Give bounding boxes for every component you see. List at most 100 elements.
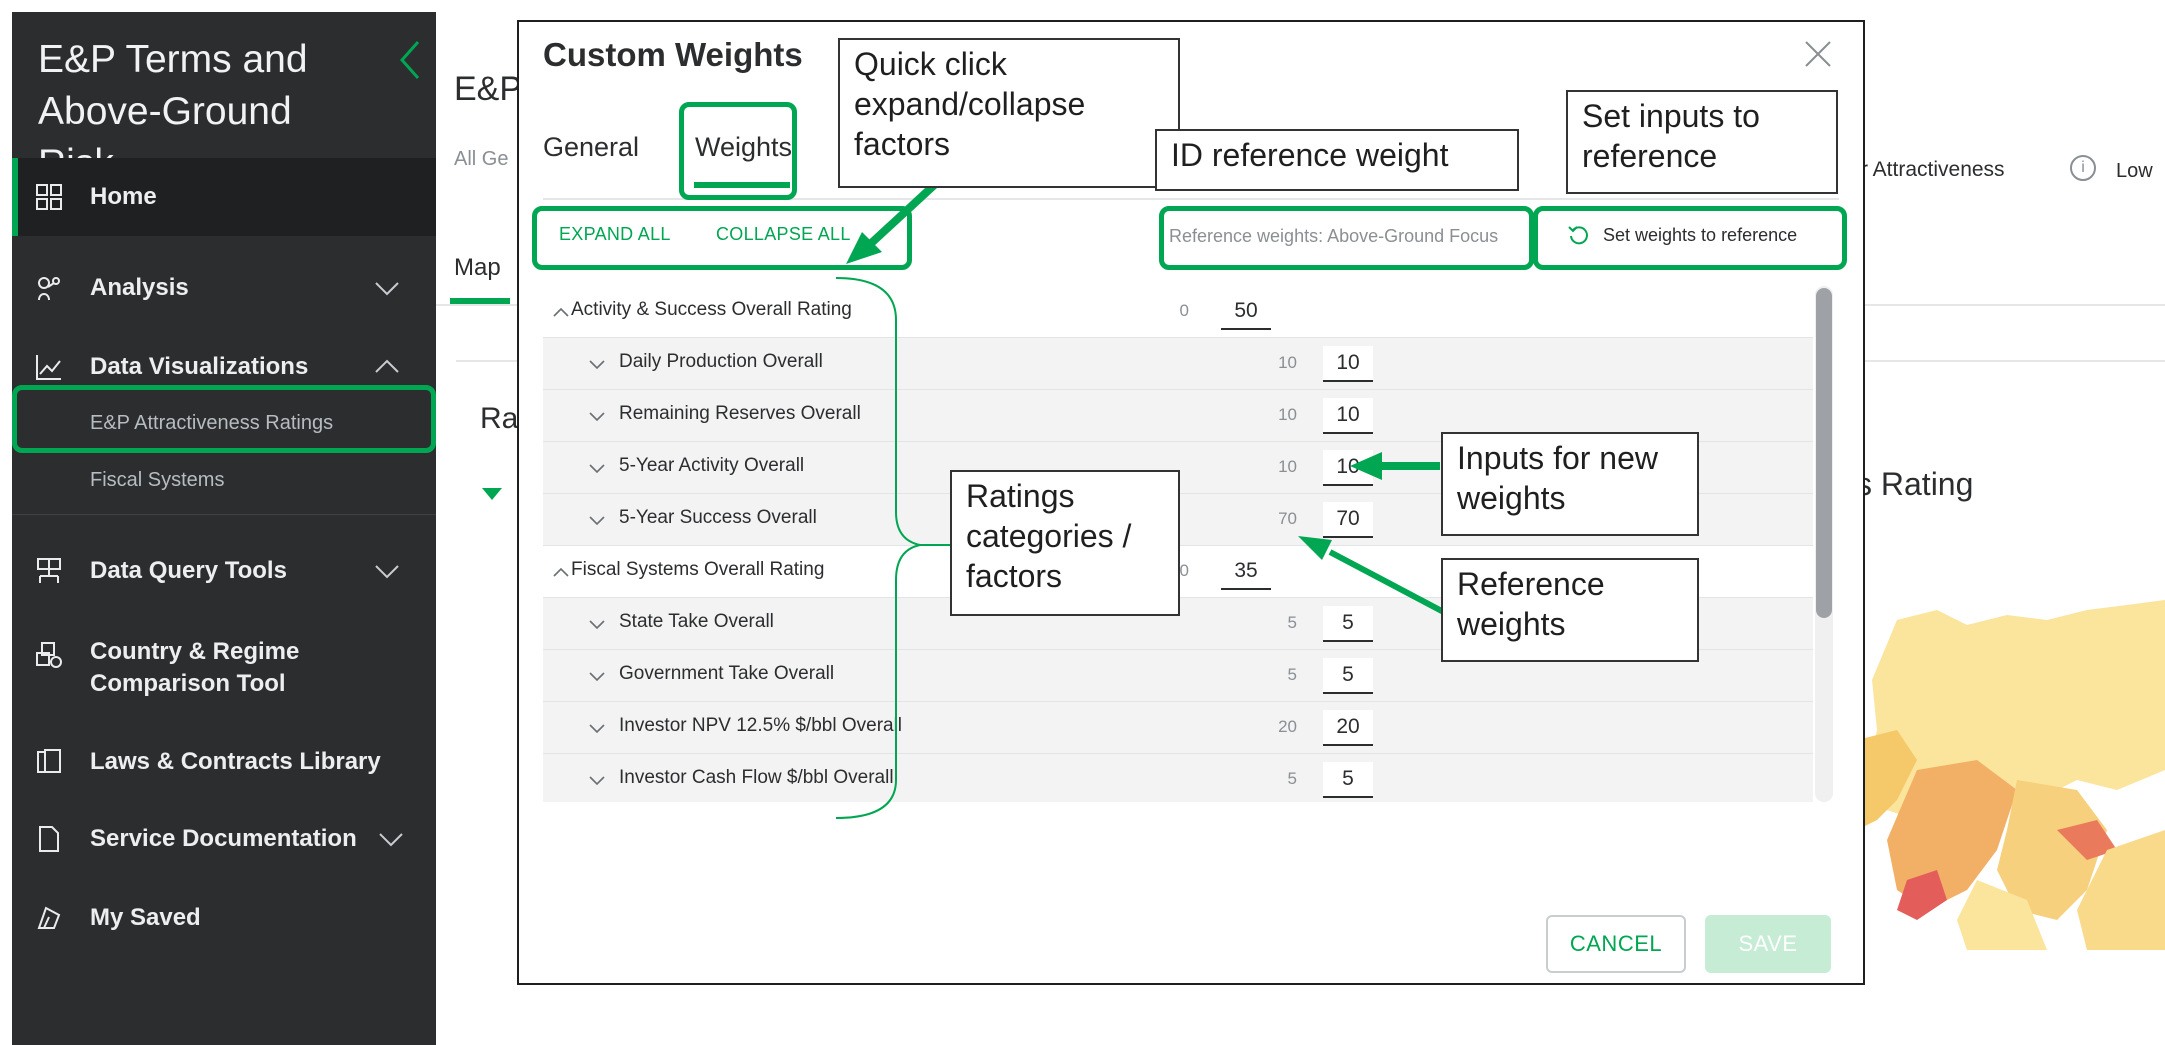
tab-map[interactable]: Map xyxy=(454,254,501,282)
factor-row[interactable]: Investor NPV 12.5% $/bbl Overall 20 xyxy=(543,702,1813,754)
chevron-down-icon[interactable] xyxy=(587,510,607,530)
reference-value: 5 xyxy=(1287,613,1297,632)
caret-down-icon[interactable] xyxy=(482,488,502,500)
highlight-reference-weights xyxy=(1159,206,1534,270)
reference-value: 10 xyxy=(1278,405,1297,424)
legend-low-label: Low xyxy=(2116,160,2153,182)
sidebar-item-label: Service Documentation xyxy=(90,825,357,852)
highlight-ep-attractiveness xyxy=(12,385,436,453)
chevron-down-icon xyxy=(375,282,399,296)
chevron-down-icon[interactable] xyxy=(587,458,607,478)
chevron-down-icon[interactable] xyxy=(587,770,607,790)
row-name: Remaining Reserves Overall xyxy=(619,403,861,424)
chevron-down-icon[interactable] xyxy=(587,614,607,634)
chevron-up-icon xyxy=(375,359,399,373)
category-row[interactable]: Activity & Success Overall Rating 0 xyxy=(543,286,1813,338)
chevron-down-icon[interactable] xyxy=(587,718,607,738)
row-name: 5-Year Success Overall xyxy=(619,507,817,528)
reference-value: 10 xyxy=(1278,353,1297,372)
row-name: Fiscal Systems Overall Rating xyxy=(571,559,825,580)
chevron-down-icon xyxy=(375,565,399,579)
weight-input[interactable] xyxy=(1323,762,1373,798)
row-name: Investor Cash Flow $/bbl Overall xyxy=(619,767,894,788)
reference-value: 70 xyxy=(1278,509,1297,528)
saved-icon xyxy=(37,906,61,929)
chevron-down-icon xyxy=(379,833,403,847)
attractiveness-legend-label: r Attractiveness xyxy=(1861,158,2005,181)
weight-input[interactable] xyxy=(1323,398,1373,434)
close-icon[interactable] xyxy=(1798,34,1838,74)
sidebar-item-label: Country & Regime Comparison Tool xyxy=(90,638,300,697)
card-title: Ra xyxy=(480,402,519,435)
note-set-inputs: Set inputs to reference xyxy=(1566,90,1838,194)
chevron-left-icon[interactable] xyxy=(396,38,426,82)
highlight-expand-collapse xyxy=(532,206,912,270)
row-name: 5-Year Activity Overall xyxy=(619,455,805,476)
row-name: Investor NPV 12.5% $/bbl Overall xyxy=(619,715,903,736)
world-map[interactable] xyxy=(1857,590,2165,950)
chevron-down-icon[interactable] xyxy=(587,354,607,374)
document-icon xyxy=(39,826,59,852)
note-reference-weights: Reference weights xyxy=(1441,558,1699,662)
chevron-up-icon[interactable] xyxy=(551,302,571,322)
row-name: State Take Overall xyxy=(619,611,774,632)
sidebar-item-label: Home xyxy=(90,183,157,210)
reference-value: 5 xyxy=(1287,769,1297,788)
row-name: Daily Production Overall xyxy=(619,351,823,372)
weight-input[interactable] xyxy=(1323,606,1373,642)
scrollbar-thumb[interactable] xyxy=(1816,288,1832,618)
sidebar-item-label: Analysis xyxy=(90,274,189,301)
sidebar-item-data-query-tools[interactable]: Data Query Tools xyxy=(12,532,436,610)
factor-row[interactable]: Daily Production Overall 10 xyxy=(543,338,1813,390)
sidebar-item-laws-contracts[interactable]: Laws & Contracts Library xyxy=(12,723,436,801)
sidebar-item-label: My Saved xyxy=(90,904,201,931)
grid-icon xyxy=(36,184,62,210)
sidebar-item-label: Data Visualizations xyxy=(90,353,309,380)
note-quick-click: Quick click expand/collapse factors xyxy=(838,38,1180,188)
info-icon[interactable]: i xyxy=(2070,155,2096,181)
sidebar-item-country-regime[interactable]: Country & Regime Comparison Tool xyxy=(12,620,436,720)
sidebar-item-label: Laws & Contracts Library xyxy=(90,748,381,775)
sidebar-item-service-documentation[interactable]: Service Documentation xyxy=(12,800,436,878)
row-name: Activity & Success Overall Rating xyxy=(571,299,852,320)
reference-value: 0 xyxy=(1179,301,1189,320)
map-rating-title: s Rating xyxy=(1856,466,1974,502)
weight-input[interactable] xyxy=(1221,554,1271,590)
sidebar: E&P Terms and Above-Ground Risk Home Ana… xyxy=(12,12,436,1045)
reference-value: 10 xyxy=(1278,457,1297,476)
weight-input[interactable] xyxy=(1323,658,1373,694)
compare-icon xyxy=(36,642,62,668)
sidebar-item-analysis[interactable]: Analysis xyxy=(12,249,436,327)
factor-row[interactable]: Investor Cash Flow $/bbl Overall 5 xyxy=(543,754,1813,802)
tab-general[interactable]: General xyxy=(543,132,639,163)
sidebar-subitem-fiscal-systems[interactable]: Fiscal Systems xyxy=(12,452,436,508)
save-button[interactable]: SAVE xyxy=(1705,915,1831,973)
note-inputs-new-weights: Inputs for new weights xyxy=(1441,432,1699,536)
sidebar-item-my-saved[interactable]: My Saved xyxy=(12,879,436,957)
row-name: Government Take Overall xyxy=(619,663,835,684)
sidebar-subitem-label: Fiscal Systems xyxy=(90,468,225,491)
chevron-down-icon[interactable] xyxy=(587,666,607,686)
weight-input[interactable] xyxy=(1323,346,1373,382)
weight-input[interactable] xyxy=(1221,294,1271,330)
highlight-set-weights xyxy=(1533,206,1847,270)
cancel-button[interactable]: CANCEL xyxy=(1546,915,1686,973)
chevron-up-icon[interactable] xyxy=(551,562,571,582)
chevron-down-icon[interactable] xyxy=(587,406,607,426)
sidebar-item-home[interactable]: Home xyxy=(12,158,436,236)
weight-input[interactable] xyxy=(1323,450,1373,486)
note-ratings-categories: Ratings categories / factors xyxy=(950,470,1180,616)
reference-value: 5 xyxy=(1287,665,1297,684)
modal-title: Custom Weights xyxy=(543,36,803,73)
page-title: E&P xyxy=(454,70,523,108)
sidebar-item-label: Data Query Tools xyxy=(90,557,287,584)
weight-input[interactable] xyxy=(1323,502,1373,538)
weight-input[interactable] xyxy=(1323,710,1373,746)
geography-filter[interactable]: All Ge xyxy=(454,148,508,171)
library-icon xyxy=(37,749,61,773)
reference-value: 20 xyxy=(1278,717,1297,736)
note-id-reference: ID reference weight xyxy=(1155,129,1519,191)
scrollbar[interactable] xyxy=(1815,286,1833,802)
analysis-icon xyxy=(38,277,60,301)
highlight-weights-tab xyxy=(679,102,797,200)
